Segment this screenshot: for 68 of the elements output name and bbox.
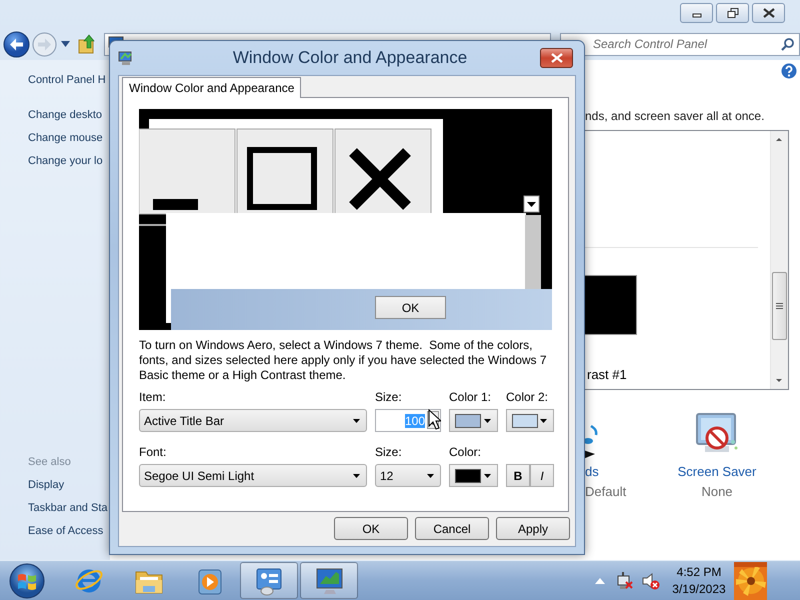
field-label: Font:	[139, 445, 166, 460]
close-icon	[550, 53, 562, 63]
setting-value: Default	[584, 484, 626, 500]
caret-icon	[353, 474, 360, 478]
theme-thumbnail[interactable]	[584, 275, 637, 335]
field-label: Color 2:	[506, 390, 548, 405]
sidebar-link[interactable]: Control Panel H	[28, 73, 106, 87]
see-also-heading: See also	[28, 455, 71, 470]
clock[interactable]: 4:52 PM 3/19/2023	[668, 564, 730, 598]
sidebar-link[interactable]: Change your lo	[28, 150, 103, 173]
item-dropdown[interactable]: Active Title Bar	[139, 409, 367, 432]
help-icon[interactable]	[781, 63, 797, 79]
theme-name[interactable]: rast #1	[584, 368, 627, 382]
close-button[interactable]	[540, 48, 573, 68]
minimize-button[interactable]	[680, 3, 713, 23]
sidebar-link[interactable]: Ease of Access	[28, 520, 104, 543]
field-label: Item:	[139, 390, 166, 405]
field-label: Size:	[375, 390, 402, 405]
volume-muted-icon[interactable]	[642, 572, 660, 590]
start-button[interactable]	[9, 562, 45, 598]
cancel-button[interactable]: Cancel	[415, 517, 489, 540]
cursor-icon	[428, 409, 441, 430]
restore-icon	[726, 8, 738, 18]
setting-value: None	[701, 484, 733, 500]
dialog-title: Window Color and Appearance	[232, 48, 468, 68]
setting-link[interactable]: Screen Saver	[678, 464, 756, 480]
search-field[interactable]: Search Control Panel	[560, 32, 800, 56]
monitor-icon[interactable]	[314, 566, 344, 596]
grip-icon	[776, 303, 783, 309]
scroll-thumb[interactable]	[772, 272, 787, 340]
restore-button[interactable]	[716, 3, 749, 23]
up-icon[interactable]	[78, 34, 96, 54]
network-icon[interactable]	[617, 572, 633, 590]
italic-button[interactable]: I	[530, 464, 554, 487]
sidebar-link[interactable]: Change deskto	[28, 104, 102, 127]
caret-icon[interactable]	[61, 41, 70, 47]
close-icon	[762, 8, 774, 18]
caret-icon	[540, 418, 547, 422]
info-text: To turn on Windows Aero, select a Windows 7 theme. Some of the colors, fonts, and sizes selected here apply only if you have selected the Windows 7 Basic theme or a High Contrast theme.	[139, 338, 548, 383]
window-colors-icon	[118, 50, 134, 66]
caret-icon	[484, 474, 491, 478]
field-label: Color:	[449, 445, 482, 460]
control-panel-icon[interactable]	[254, 566, 284, 596]
color-button[interactable]	[506, 409, 554, 432]
font-dropdown[interactable]: Segoe UI Semi Light	[139, 464, 367, 487]
intro-text: nds, and screen saver all at once.	[584, 109, 764, 123]
bold-button[interactable]: B	[506, 464, 530, 487]
sidebar-link[interactable]: Display	[28, 474, 64, 497]
taskbar-button[interactable]	[240, 562, 298, 599]
field-label: Color 1:	[449, 390, 492, 405]
preview-ok-button[interactable]: OK	[375, 296, 446, 319]
sidebar-link[interactable]: Change mouse	[28, 127, 103, 150]
font-size-dropdown[interactable]: 12	[375, 464, 441, 487]
apply-button[interactable]: Apply	[496, 517, 570, 540]
back-button[interactable]	[3, 30, 30, 58]
setting-link[interactable]: ds	[583, 464, 599, 480]
search-icon	[781, 38, 794, 50]
caret-icon	[353, 418, 360, 422]
ok-button[interactable]: OK	[334, 517, 408, 540]
taskbar-button[interactable]	[300, 562, 358, 599]
field-label: Size:	[375, 445, 402, 460]
color-button[interactable]	[449, 464, 498, 487]
sidebar-link[interactable]: Taskbar and Sta	[28, 497, 108, 520]
close-button[interactable]	[752, 3, 785, 23]
caret-icon	[427, 474, 434, 478]
color-button[interactable]	[449, 409, 498, 432]
tab[interactable]: Window Color and Appearance	[122, 77, 302, 98]
caret-icon	[484, 418, 491, 422]
